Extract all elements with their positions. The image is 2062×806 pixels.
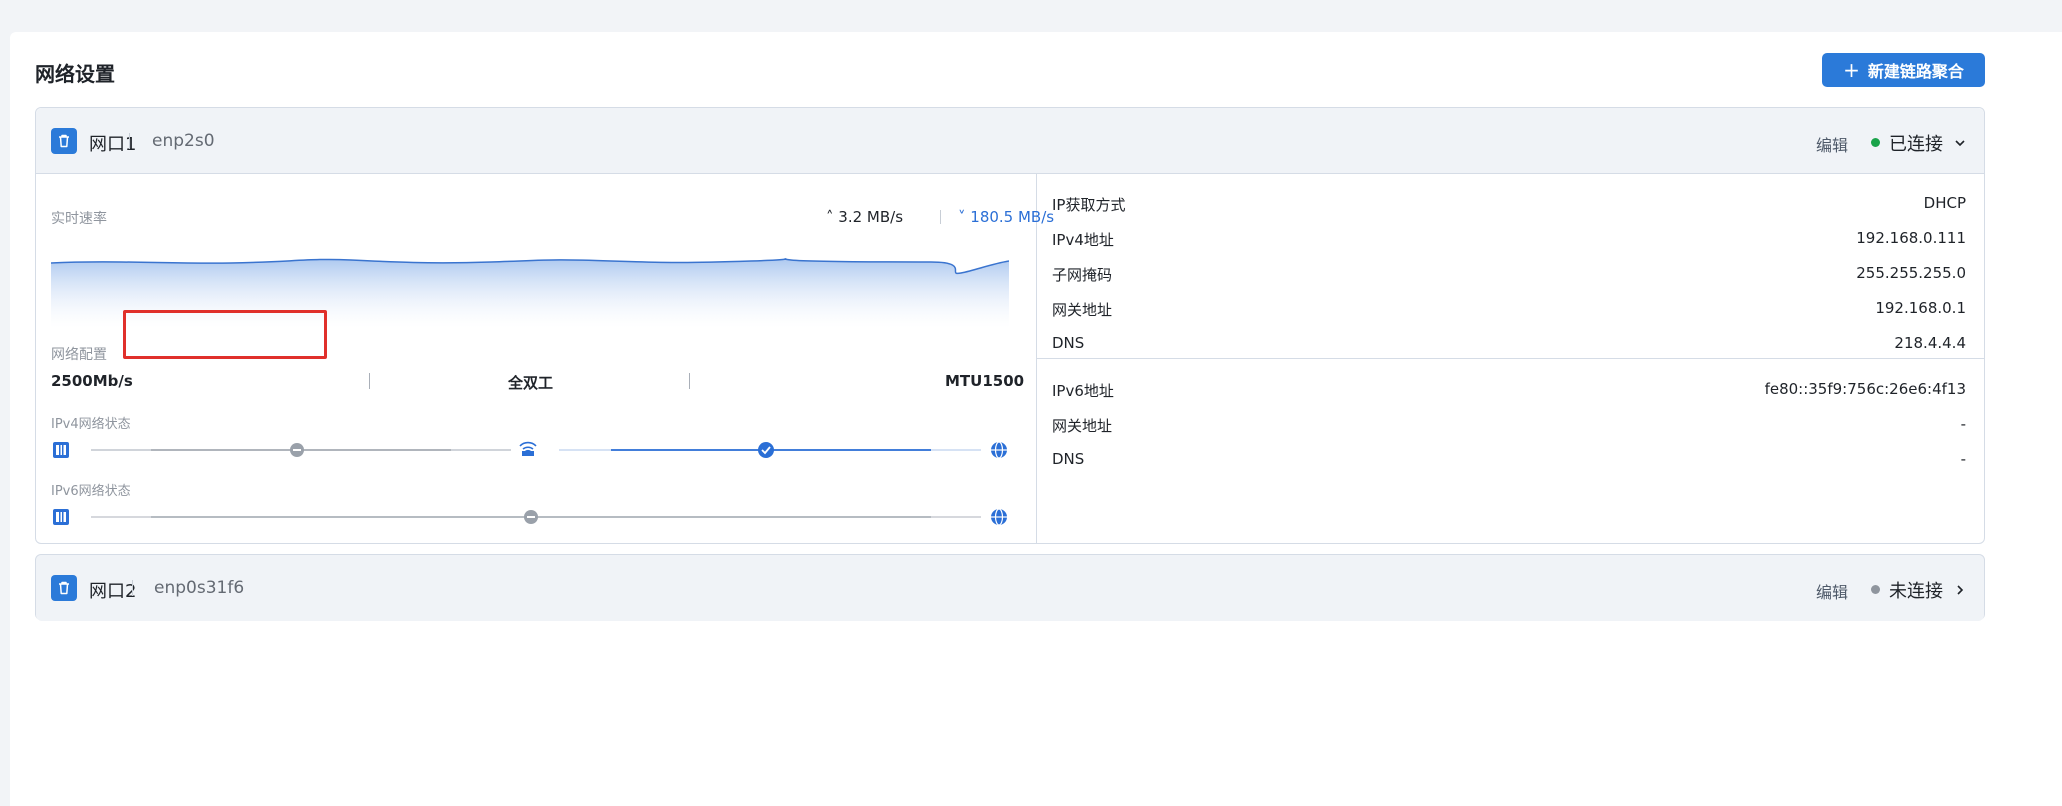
dns-label: DNS bbox=[1052, 334, 1085, 352]
realtime-rate-label: 实时速率 bbox=[51, 211, 107, 227]
minus-circle-icon bbox=[524, 510, 538, 524]
edit-link[interactable]: 编辑 bbox=[1816, 579, 1848, 603]
ipv6-gateway-value: - bbox=[1960, 415, 1966, 433]
status-text: 已连接 bbox=[1889, 134, 1943, 155]
trash-icon[interactable] bbox=[51, 575, 77, 601]
ipv4-status-track bbox=[53, 441, 1007, 459]
interface-name: enp0s31f6 bbox=[154, 578, 245, 598]
port-card-2-header[interactable]: 网口2 enp0s31f6 编辑 未连接 bbox=[36, 555, 1984, 621]
port-card-2[interactable]: 网口2 enp0s31f6 编辑 未连接 bbox=[35, 554, 1985, 621]
nic-icon bbox=[53, 509, 69, 525]
new-bond-button-label: 新建链路聚合 bbox=[1867, 62, 1964, 81]
header-divider bbox=[132, 580, 133, 596]
status-dot bbox=[1871, 585, 1880, 594]
upload-speed-value: 3.2 MB/s bbox=[838, 208, 904, 226]
mtu-value: MTU1500 bbox=[945, 372, 1025, 390]
interface-name: enp2s0 bbox=[152, 131, 215, 151]
gateway-value: 192.168.0.1 bbox=[1875, 299, 1966, 317]
port-name: 网口2 bbox=[89, 581, 137, 602]
upload-speed: ˄ 3.2 MB/s bbox=[826, 208, 903, 226]
gateway-label: 网关地址 bbox=[1052, 301, 1113, 319]
ipv4-address-value: 192.168.0.111 bbox=[1856, 229, 1966, 247]
config-divider bbox=[689, 373, 690, 389]
chevron-right-icon[interactable] bbox=[1954, 581, 1966, 600]
config-divider bbox=[369, 373, 370, 389]
speed-divider bbox=[940, 210, 941, 224]
network-config-label: 网络配置 bbox=[51, 347, 107, 363]
ipv6-status-label: IPv6网络状态 bbox=[51, 484, 131, 499]
arrow-down-icon: ˅ bbox=[958, 208, 966, 226]
trash-icon[interactable] bbox=[51, 128, 77, 154]
ipv4-status-label: IPv4网络状态 bbox=[51, 417, 131, 432]
arrow-up-icon: ˄ bbox=[826, 208, 834, 226]
globe-icon bbox=[991, 508, 1007, 526]
subnet-mask-label: 子网掩码 bbox=[1052, 266, 1113, 284]
ipv4-ipv6-divider bbox=[1037, 358, 1984, 359]
page-title: 网络设置 bbox=[35, 62, 115, 86]
status-dot bbox=[1871, 138, 1880, 147]
ipv6-address-label: IPv6地址 bbox=[1052, 382, 1114, 400]
duplex-mode: 全双工 bbox=[508, 374, 554, 392]
globe-icon bbox=[991, 441, 1007, 459]
ip-method-value: DHCP bbox=[1923, 194, 1966, 212]
ipv4-address-label: IPv4地址 bbox=[1052, 231, 1114, 249]
minus-circle-icon bbox=[290, 443, 304, 457]
router-icon bbox=[519, 441, 537, 456]
status-text: 未连接 bbox=[1889, 581, 1943, 602]
highlight-box bbox=[123, 310, 327, 359]
edit-link[interactable]: 编辑 bbox=[1816, 132, 1848, 156]
chevron-down-icon[interactable] bbox=[1954, 134, 1966, 153]
port-card-1-header[interactable]: 网口1 enp2s0 编辑 已连接 bbox=[36, 108, 1984, 174]
dns-value: 218.4.4.4 bbox=[1894, 334, 1966, 352]
nic-icon bbox=[53, 442, 69, 458]
header-divider bbox=[129, 133, 130, 149]
ipv6-dns-label: DNS bbox=[1052, 450, 1085, 468]
link-speed: 2500Mb/s bbox=[51, 372, 133, 390]
new-bond-button[interactable]: + 新建链路聚合 bbox=[1822, 53, 1985, 87]
ipv6-status-track bbox=[53, 508, 1007, 526]
ipv6-gateway-label: 网关地址 bbox=[1052, 417, 1113, 435]
check-circle-icon bbox=[758, 442, 774, 458]
port-card-1: 网口1 enp2s0 编辑 已连接 实时速率 ˄ 3.2 MB/s ˅ 180.… bbox=[35, 107, 1985, 544]
subnet-mask-value: 255.255.255.0 bbox=[1856, 264, 1966, 282]
ip-method-label: IP获取方式 bbox=[1052, 196, 1126, 214]
ipv6-dns-value: - bbox=[1960, 450, 1966, 468]
ipv6-address-value: fe80::35f9:756c:26e6:4f13 bbox=[1764, 380, 1966, 398]
plus-icon: + bbox=[1843, 58, 1860, 82]
